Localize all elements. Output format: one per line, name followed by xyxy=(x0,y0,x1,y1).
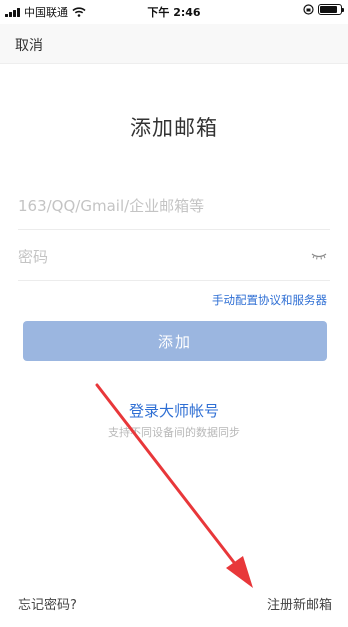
email-field-row xyxy=(18,182,330,230)
manual-config-link[interactable]: 手动配置协议和服务器 xyxy=(212,292,327,308)
email-input[interactable] xyxy=(18,182,298,229)
password-input[interactable] xyxy=(18,233,298,280)
status-bar: 中国联通 下午 2:46 xyxy=(0,0,348,24)
sync-caption: 支持不同设备间的数据同步 xyxy=(108,426,240,439)
master-account-login-link[interactable]: 登录大师帐号 xyxy=(0,400,348,421)
nav-bar: 取消 xyxy=(0,24,348,64)
password-field-row xyxy=(18,233,330,281)
status-time: 下午 2:46 xyxy=(147,6,201,19)
register-new-email-link[interactable]: 注册新邮箱 xyxy=(267,594,332,613)
rotation-lock-icon xyxy=(303,4,314,15)
battery-icon xyxy=(318,4,344,15)
annotation-arrow-icon xyxy=(95,383,253,588)
add-button[interactable]: 添加 xyxy=(23,321,327,361)
eye-closed-icon[interactable] xyxy=(310,251,328,261)
status-right xyxy=(303,4,344,15)
cancel-button[interactable]: 取消 xyxy=(15,35,43,55)
page-title: 添加邮箱 xyxy=(130,116,218,140)
forgot-password-link[interactable]: 忘记密码? xyxy=(18,594,77,613)
